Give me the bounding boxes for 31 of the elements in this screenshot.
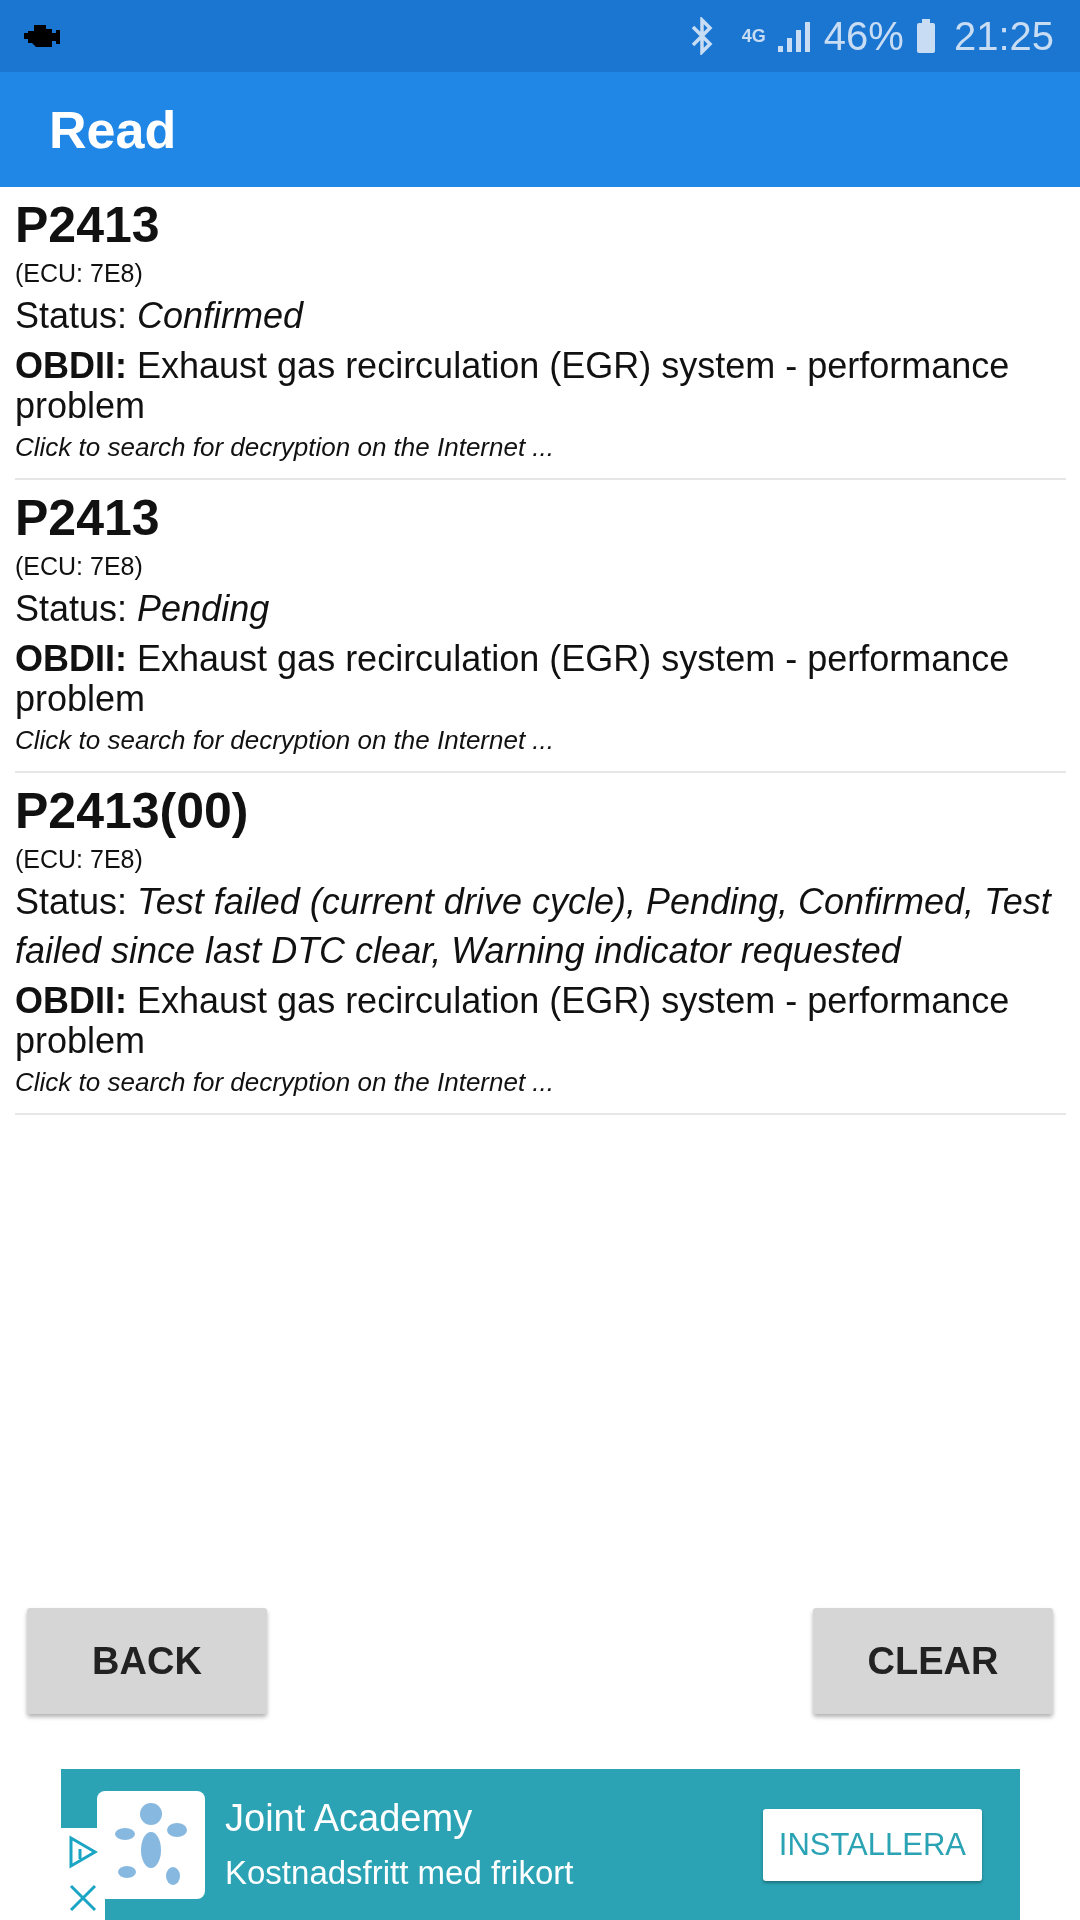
code-description: OBDII: Exhaust gas recirculation (EGR) system - performance problem	[15, 639, 1011, 719]
trouble-code-entry[interactable]: P2413 (ECU: 7E8) Status: Pending OBDII: Exhaust gas recirculation (EGR) system - performance problem Click to search for decryption on the Internet ...	[15, 480, 1066, 773]
search-hint: Click to search for decryption on the Internet ...	[15, 1066, 555, 1099]
trouble-code: P2413	[15, 489, 160, 548]
status-text: Status: Test failed (current drive cycle), Pending, Confirmed, Test failed since last DTC clear, Warning indicator requested	[15, 880, 1053, 973]
search-hint: Click to search for decryption on the Internet ...	[15, 431, 555, 464]
ad-subtitle: Kostnadsfritt med frikort	[225, 1854, 574, 1892]
status-text: Status: Confirmed	[15, 294, 305, 338]
bluetooth-icon	[689, 17, 714, 55]
search-hint: Click to search for decryption on the Internet ...	[15, 724, 555, 757]
trouble-code: P2413(00)	[15, 782, 249, 841]
close-icon[interactable]	[68, 1883, 98, 1913]
ecu-label: (ECU: 7E8)	[15, 844, 143, 875]
trouble-code-entry[interactable]: P2413 (ECU: 7E8) Status: Confirmed OBDII: Exhaust gas recirculation (EGR) system - performance problem Click to search for decryption on the Internet ...	[15, 187, 1066, 480]
code-description: OBDII: Exhaust gas recirculation (EGR) system - performance problem	[15, 981, 1011, 1061]
code-description: OBDII: Exhaust gas recirculation (EGR) system - performance problem	[15, 346, 1011, 426]
ad-choices-icon[interactable]	[68, 1835, 98, 1869]
action-button[interactable]: CLEAR	[813, 1608, 1053, 1714]
ad-title: Joint Academy	[225, 1797, 473, 1840]
ecu-label: (ECU: 7E8)	[15, 258, 143, 289]
status-text: Status: Pending	[15, 587, 271, 631]
ecu-label: (ECU: 7E8)	[15, 551, 143, 582]
signal-icon	[777, 20, 812, 52]
battery-icon	[915, 19, 936, 53]
battery-percent: 46%	[823, 13, 904, 59]
trouble-code: P2413	[15, 196, 160, 255]
action-button[interactable]: BACK	[27, 1608, 267, 1714]
screen-title: Read	[49, 99, 177, 160]
network-type: 4G	[741, 25, 766, 47]
app-logo-icon	[97, 1790, 205, 1899]
clock: 21:25	[953, 13, 1054, 59]
